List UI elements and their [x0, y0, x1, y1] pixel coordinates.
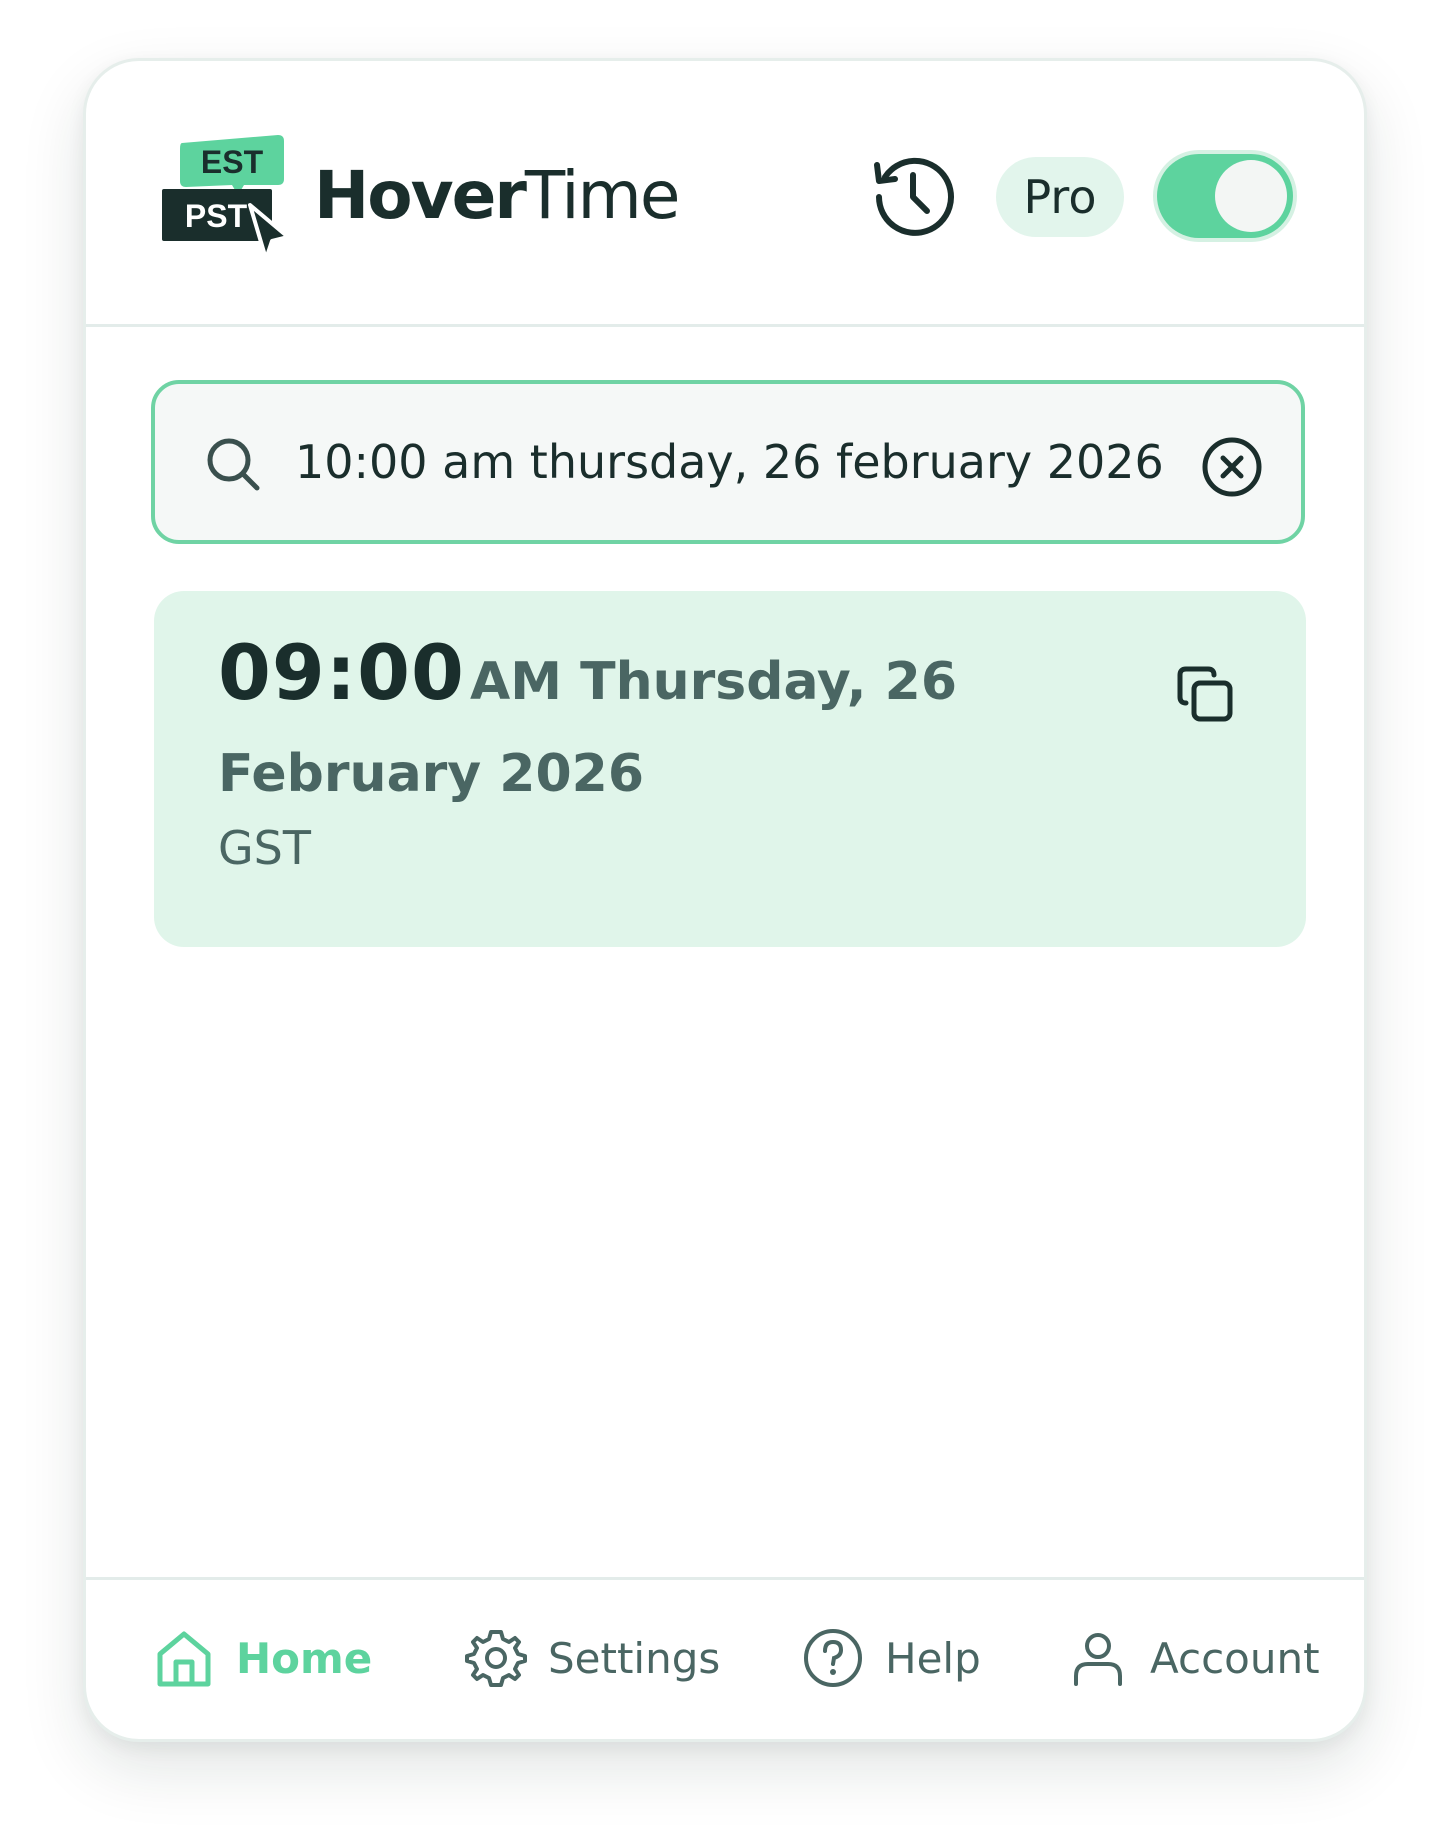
nav-settings-label: Settings	[548, 1633, 721, 1683]
copy-button[interactable]	[1172, 661, 1240, 729]
nav-home[interactable]: Home	[152, 1618, 372, 1698]
logo-tag-est: EST	[201, 144, 264, 180]
gear-icon	[465, 1630, 527, 1687]
hovertime-popup: EST PST HoverTime Pro 10:00 am thursday,…	[83, 58, 1367, 1742]
logo-tag-pst: PST	[185, 198, 248, 234]
history-icon	[874, 157, 954, 236]
history-button[interactable]	[869, 151, 957, 239]
clear-icon	[1202, 437, 1262, 497]
copy-icon	[1177, 666, 1233, 722]
search-input[interactable]	[295, 414, 1167, 510]
nav-account[interactable]: Account	[1066, 1618, 1320, 1698]
nav-help[interactable]: Help	[801, 1618, 981, 1698]
nav-account-label: Account	[1150, 1633, 1320, 1683]
nav-help-label: Help	[885, 1633, 981, 1683]
nav-home-label: Home	[236, 1633, 373, 1683]
app-name-light: Time	[524, 157, 681, 234]
logo-mark-graphic: EST PST	[162, 135, 290, 261]
logo: EST PST HoverTime	[162, 131, 680, 261]
help-icon	[804, 1629, 862, 1687]
search-icon	[207, 438, 260, 491]
converted-time-card: 09:00 AM Thursday, 26 February 2026 GST	[154, 591, 1306, 947]
logo-mark: EST PST	[162, 131, 294, 261]
toggle-knob	[1215, 160, 1287, 232]
header: EST PST HoverTime Pro	[86, 61, 1364, 327]
home-icon	[157, 1631, 211, 1687]
converted-time-text: 09:00 AM Thursday, 26 February 2026	[218, 633, 1078, 826]
app-name: HoverTime	[314, 163, 680, 229]
bottom-nav: Home Settings Help Account	[86, 1577, 1364, 1739]
nav-settings[interactable]: Settings	[464, 1618, 720, 1698]
converted-time: 09:00	[218, 628, 465, 717]
pro-badge[interactable]: Pro	[996, 157, 1124, 237]
clear-search-button[interactable]	[1199, 434, 1265, 500]
app-name-bold: Hover	[314, 157, 527, 234]
enable-toggle[interactable]	[1157, 154, 1293, 238]
user-icon	[1074, 1633, 1122, 1686]
converted-timezone: GST	[218, 821, 311, 875]
time-search-box	[151, 380, 1305, 544]
